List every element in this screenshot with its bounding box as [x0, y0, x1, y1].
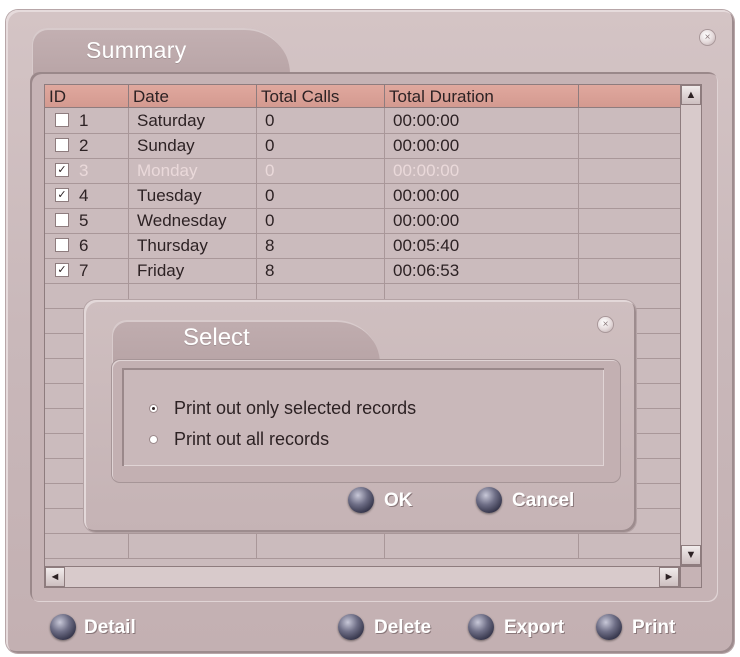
cell-total-calls: 0	[257, 183, 385, 208]
export-button[interactable]: Export	[504, 617, 564, 639]
cell-date: Saturday	[129, 108, 257, 133]
cell-date: Friday	[129, 258, 257, 283]
delete-button[interactable]: Delete	[374, 617, 431, 639]
cell-total-duration: 00:05:40	[385, 233, 579, 258]
dialog-close-icon[interactable]: ×	[598, 317, 613, 332]
cell-extra	[579, 108, 681, 133]
table-header: ID Date Total Calls Total Duration	[45, 85, 681, 108]
scroll-corner	[680, 566, 702, 588]
cell-total-calls: 0	[257, 158, 385, 183]
row-checkbox[interactable]: ✓	[55, 188, 69, 202]
row-checkbox[interactable]	[55, 138, 69, 152]
cell-empty	[257, 533, 385, 558]
detail-button-icon[interactable]	[50, 614, 76, 640]
row-checkbox[interactable]	[55, 213, 69, 227]
cell-extra	[579, 158, 681, 183]
export-button-icon[interactable]	[468, 614, 494, 640]
cell-extra	[579, 208, 681, 233]
radio-selected-records[interactable]	[150, 405, 157, 412]
row-id: 3	[79, 161, 89, 180]
table-row[interactable]: ✓ 4 Tuesday 0 00:00:00	[45, 183, 681, 209]
dialog-title: Select	[183, 324, 250, 351]
row-id: 6	[79, 236, 89, 255]
table-row[interactable]: ✓ 7 Friday 8 00:06:53	[45, 258, 681, 284]
cell-id: ✓ 3	[45, 158, 129, 183]
cell-extra	[579, 133, 681, 158]
cell-id: ✓ 4	[45, 183, 129, 208]
cell-empty	[385, 533, 579, 558]
scroll-down-icon[interactable]: ▼	[681, 545, 701, 565]
header-total-duration[interactable]: Total Duration	[385, 85, 579, 107]
table-row[interactable]: 6 Thursday 8 00:05:40	[45, 233, 681, 259]
delete-button-icon[interactable]	[338, 614, 364, 640]
cell-total-duration: 00:00:00	[385, 208, 579, 233]
scroll-up-icon[interactable]: ▲	[681, 85, 701, 105]
vertical-scrollbar[interactable]: ▲ ▼	[680, 84, 702, 566]
cell-total-calls: 0	[257, 108, 385, 133]
table-row[interactable]: 5 Wednesday 0 00:00:00	[45, 208, 681, 234]
cell-total-duration: 00:00:00	[385, 133, 579, 158]
cell-date: Sunday	[129, 133, 257, 158]
row-checkbox[interactable]: ✓	[55, 263, 69, 277]
cell-total-duration: 00:00:00	[385, 158, 579, 183]
row-checkbox[interactable]: ✓	[55, 163, 69, 177]
print-button-icon[interactable]	[596, 614, 622, 640]
cell-total-duration: 00:00:00	[385, 183, 579, 208]
close-icon[interactable]: ×	[700, 30, 715, 45]
cell-date: Thursday	[129, 233, 257, 258]
cell-id: ✓ 7	[45, 258, 129, 283]
header-date[interactable]: Date	[129, 85, 257, 107]
row-checkbox[interactable]	[55, 238, 69, 252]
row-id: 2	[79, 136, 89, 155]
cell-id: 5	[45, 208, 129, 233]
cell-total-calls: 0	[257, 208, 385, 233]
row-checkbox[interactable]	[55, 113, 69, 127]
cell-extra	[579, 258, 681, 283]
scroll-left-icon[interactable]: ◄	[45, 567, 65, 587]
header-total-calls[interactable]: Total Calls	[257, 85, 385, 107]
print-button[interactable]: Print	[632, 617, 675, 639]
cell-date: Monday	[129, 158, 257, 183]
cancel-button[interactable]: Cancel	[512, 490, 574, 512]
cancel-button-icon[interactable]	[476, 487, 502, 513]
option-all-records-label: Print out all records	[174, 429, 330, 449]
cell-total-calls: 8	[257, 233, 385, 258]
cell-total-calls: 8	[257, 258, 385, 283]
row-id: 7	[79, 261, 89, 280]
cell-total-calls: 0	[257, 133, 385, 158]
cell-id: 1	[45, 108, 129, 133]
radio-all-records[interactable]	[150, 436, 157, 443]
cell-empty	[129, 533, 257, 558]
cell-id: 6	[45, 233, 129, 258]
header-id[interactable]: ID	[45, 85, 129, 107]
option-selected-records-label: Print out only selected records	[174, 398, 417, 418]
table-row[interactable]: 2 Sunday 0 00:00:00	[45, 133, 681, 159]
cell-extra	[579, 183, 681, 208]
cell-extra	[579, 233, 681, 258]
row-id: 1	[79, 111, 89, 130]
window-title: Summary	[86, 37, 187, 63]
cell-empty	[579, 533, 681, 558]
cell-id: 2	[45, 133, 129, 158]
ok-button[interactable]: OK	[384, 490, 413, 512]
cell-total-duration: 00:06:53	[385, 258, 579, 283]
cell-date: Tuesday	[129, 183, 257, 208]
horizontal-scrollbar[interactable]: ◄ ►	[44, 566, 680, 588]
row-id: 5	[79, 211, 89, 230]
scroll-right-icon[interactable]: ►	[659, 567, 679, 587]
table-row[interactable]: 1 Saturday 0 00:00:00	[45, 108, 681, 134]
header-extra[interactable]	[579, 85, 681, 107]
cell-total-duration: 00:00:00	[385, 108, 579, 133]
ok-button-icon[interactable]	[348, 487, 374, 513]
table-row[interactable]: ✓ 3 Monday 0 00:00:00	[45, 158, 681, 184]
table-row[interactable]	[45, 533, 681, 559]
row-id: 4	[79, 186, 89, 205]
cell-empty	[45, 533, 129, 558]
cell-date: Wednesday	[129, 208, 257, 233]
detail-button[interactable]: Detail	[84, 617, 136, 639]
